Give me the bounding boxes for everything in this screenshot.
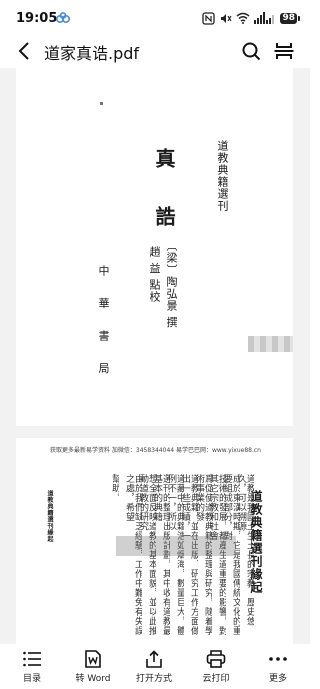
more-icon <box>269 657 287 661</box>
publisher-name: 中 華 書 局 <box>97 265 110 383</box>
series-title: 道教典籍選刊 <box>216 140 229 212</box>
watermark-banner: 获取更多最新易学资料 加微信：3458344044 易学巴巴网：www.yixu… <box>50 447 261 454</box>
toc-label: 目录 <box>22 674 41 684</box>
battery-tip <box>298 15 300 21</box>
nfc-icon <box>202 11 216 25</box>
editor-credit: 趙 益 點校 <box>148 246 161 303</box>
fit-page-icon[interactable] <box>273 40 295 62</box>
pdf-page-1: 道教典籍選刊 真 誥 〔梁〕陶弘景 撰 趙 益 點校 中 華 書 局 <box>16 68 293 426</box>
body-column: 由於我們缺乏經驗，工作中難免有失誤之處，希望 <box>124 474 142 636</box>
printer-icon <box>206 650 226 668</box>
document-title: 道家真诰.pdf <box>44 44 140 63</box>
pdf-page-2: 获取更多最新易学资料 加微信：3458344044 易学巴巴网：www.yixu… <box>16 438 293 644</box>
mute-icon <box>221 13 232 23</box>
battery-level: 98 <box>280 12 297 24</box>
cloud-sync-icon <box>56 12 70 23</box>
body-column: 幫助。 <box>110 474 119 503</box>
wifi-icon <box>236 12 250 24</box>
author-credit: 〔梁〕陶弘景 撰 <box>165 240 178 329</box>
blurred-watermark <box>248 336 293 352</box>
convert-to-word-button[interactable]: 转 Word <box>63 650 123 688</box>
search-icon[interactable] <box>240 40 262 62</box>
status-icons: 98 <box>202 11 300 25</box>
signal-icon <box>254 12 275 24</box>
book-title-char-2: 誥 <box>152 206 176 226</box>
cloud-print-button[interactable]: 云打印 <box>186 650 246 688</box>
back-arrow-icon[interactable] <box>14 40 36 62</box>
word-doc-icon <box>85 650 101 668</box>
page-speck <box>100 102 103 105</box>
open-with-label: 打开方式 <box>135 674 172 684</box>
book-title-char-1: 真 <box>152 148 176 168</box>
toc-button[interactable]: 目录 <box>2 650 62 688</box>
open-with-button[interactable]: 打开方式 <box>124 650 184 688</box>
app-header: 道家真诰.pdf <box>0 36 310 66</box>
more-button[interactable]: 更多 <box>248 650 308 688</box>
status-time: 19:05 <box>16 11 58 26</box>
list-icon <box>23 651 41 667</box>
document-viewer[interactable]: 道教典籍選刊 真 誥 〔梁〕陶弘景 撰 趙 益 點校 中 華 書 局 获取更多最… <box>0 68 310 644</box>
bottom-toolbar: 目录 转 Word 打开方式 云打印 更多 <box>0 646 310 689</box>
cloud-print-label: 云打印 <box>202 674 230 684</box>
share-icon <box>146 650 162 668</box>
status-bar: 19:05 98 <box>0 0 310 36</box>
more-label: 更多 <box>268 674 287 684</box>
blurred-stamp <box>116 536 236 556</box>
battery-icon: 98 <box>280 12 300 24</box>
convert-to-word-label: 转 Word <box>75 674 111 684</box>
side-label: 道教典籍選刊緣起 <box>46 490 53 542</box>
